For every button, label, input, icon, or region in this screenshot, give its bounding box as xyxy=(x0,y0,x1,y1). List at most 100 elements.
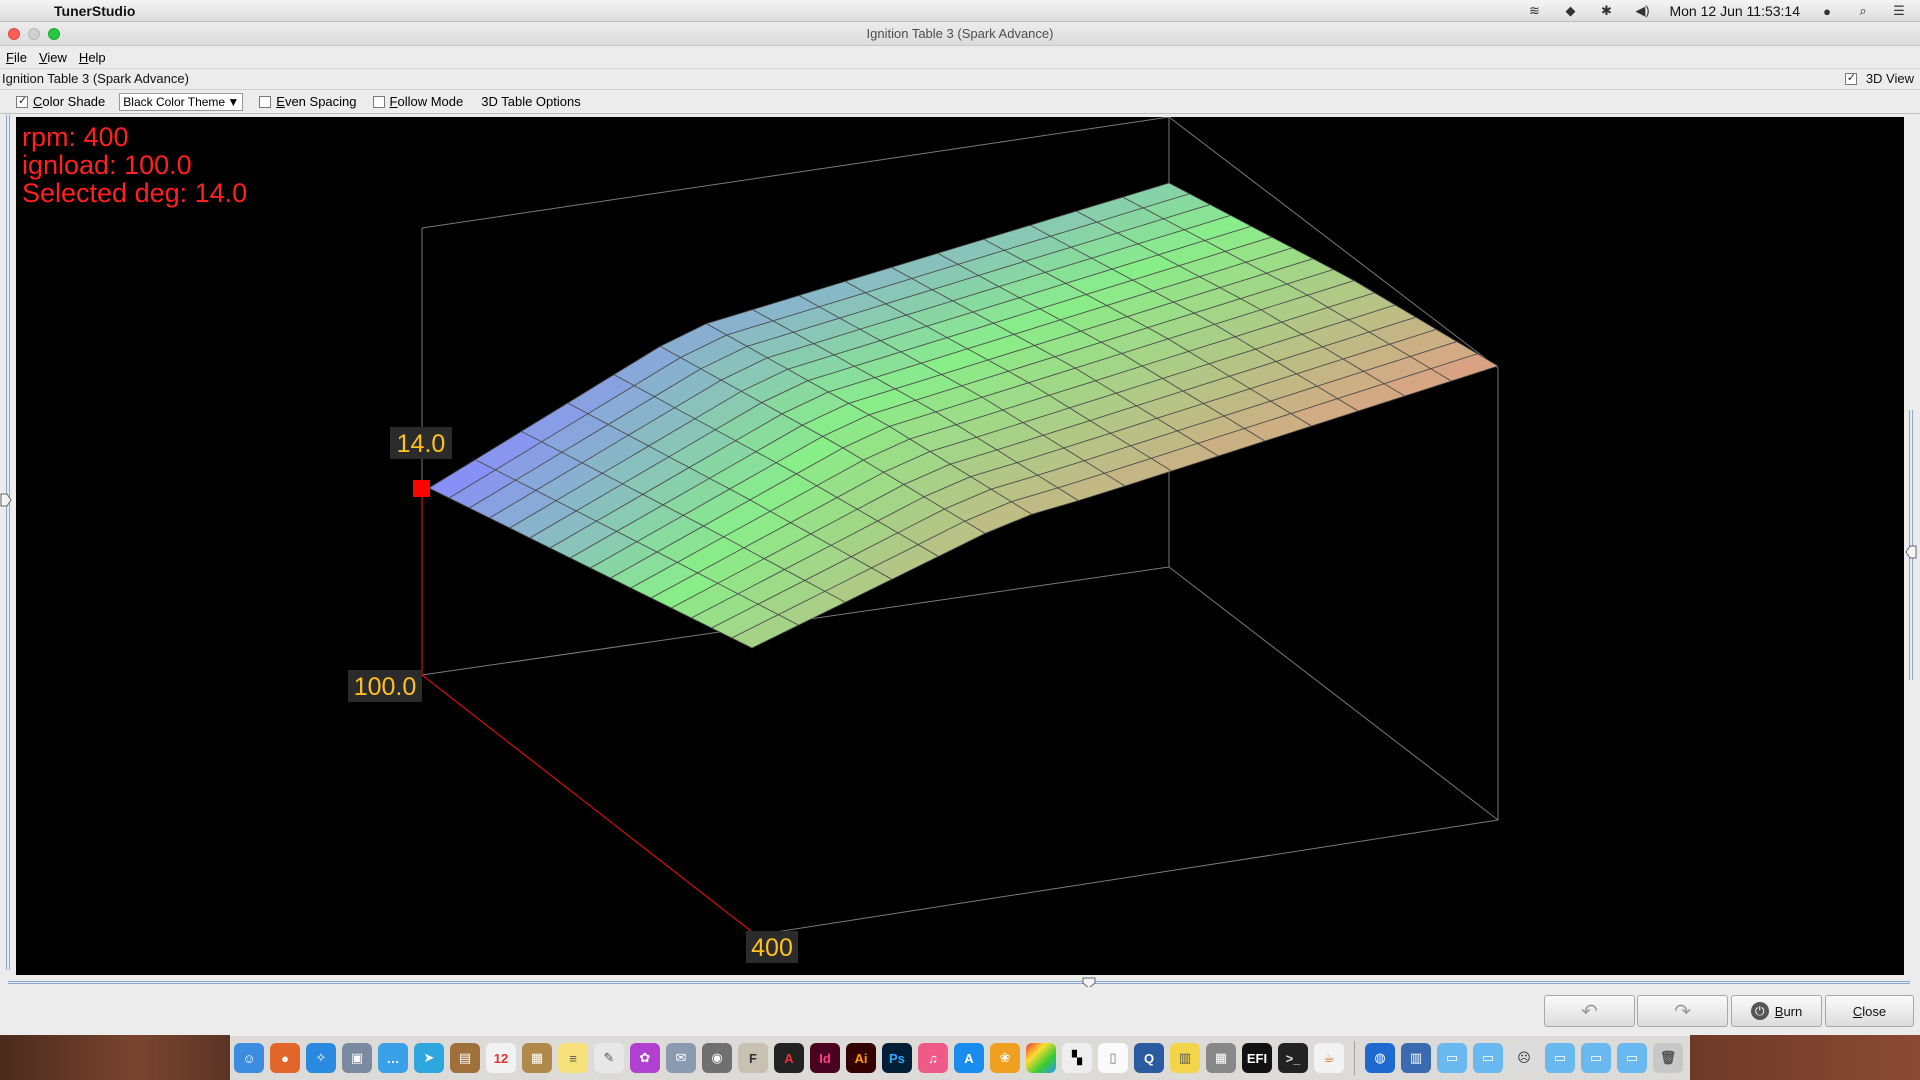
tunerstudio-dock-icon[interactable]: EFI xyxy=(1242,1043,1272,1073)
dock-separator xyxy=(1354,1041,1355,1075)
flower-app-icon[interactable]: ✿ xyxy=(630,1043,660,1073)
color-shade-checkbox[interactable] xyxy=(16,94,28,108)
menubar-clock[interactable]: Mon 12 Jun 11:53:14 xyxy=(1669,3,1800,19)
burn-button[interactable]: ⏻ Burn xyxy=(1731,995,1822,1027)
desktop-wallpaper-right xyxy=(1690,1035,1920,1080)
rpm-axis-label: 400 xyxy=(751,934,793,962)
follow-mode-toggle[interactable]: Follow Mode xyxy=(372,94,464,109)
app-name-menu[interactable]: TunerStudio xyxy=(54,3,135,19)
close-button-label: Close xyxy=(1852,1003,1887,1019)
archive-icon[interactable]: ▦ xyxy=(522,1043,552,1073)
app-menu-bar: File View Help xyxy=(0,46,1920,68)
color-shade-label: Color Shade xyxy=(33,94,106,109)
pictures-folder-icon[interactable]: ▭ xyxy=(1617,1043,1647,1073)
panel-title: Ignition Table 3 (Spark Advance) xyxy=(2,71,189,86)
window-titlebar: Ignition Table 3 (Spark Advance) xyxy=(0,22,1920,46)
menubar-status-area: ≋ ◆ ✱ ◀) Mon 12 Jun 11:53:14 ● ⌕ ☰ xyxy=(1525,0,1908,22)
downloads-folder-icon[interactable]: ▭ xyxy=(1437,1043,1467,1073)
folder-icon[interactable]: ▭ xyxy=(1473,1043,1503,1073)
quicktime-icon[interactable]: Q xyxy=(1134,1043,1164,1073)
screenshot-icon[interactable]: ◉ xyxy=(702,1043,732,1073)
app-store-icon[interactable]: A xyxy=(954,1043,984,1073)
globe-icon[interactable]: ◍ xyxy=(1365,1043,1395,1073)
spotlight-search-icon[interactable]: ⌕ xyxy=(1854,2,1872,20)
stack-icon[interactable]: ≋ xyxy=(1525,2,1543,20)
calendar-icon[interactable]: 12 xyxy=(486,1043,516,1073)
stickies-icon[interactable]: ▥ xyxy=(1170,1043,1200,1073)
horizontal-slider-track[interactable] xyxy=(8,981,1910,984)
faces-folder-icon[interactable]: ☹ xyxy=(1509,1043,1539,1073)
desktop-folder-icon[interactable]: ▭ xyxy=(1581,1043,1611,1073)
table-3d-panel: 14.0 100.0 400 rpm: 400 ignload: 100.0 S… xyxy=(0,115,1920,977)
indesign-icon[interactable]: Id xyxy=(810,1043,840,1073)
window-title: Ignition Table 3 (Spark Advance) xyxy=(866,26,1054,41)
mail-icon[interactable]: ✉ xyxy=(666,1043,696,1073)
system-menubar: TunerStudio ≋ ◆ ✱ ◀) Mon 12 Jun 11:53:14… xyxy=(0,0,1920,22)
documents-folder-icon[interactable]: ▭ xyxy=(1545,1043,1575,1073)
zoom-slider-thumb[interactable] xyxy=(1905,545,1917,559)
checkered-flag-icon[interactable]: ▚ xyxy=(1062,1043,1092,1073)
messages-icon[interactable]: … xyxy=(378,1043,408,1073)
dropdown-arrow-icon: ▼ xyxy=(227,94,240,109)
applications-folder-icon[interactable]: ▥ xyxy=(1401,1043,1431,1073)
firefox-icon[interactable]: ● xyxy=(270,1043,300,1073)
frame-edge xyxy=(421,117,1170,229)
even-spacing-label: Even Spacing xyxy=(276,94,357,109)
contacts-icon[interactable]: ▤ xyxy=(450,1043,480,1073)
selected-cell-marker[interactable] xyxy=(413,480,430,497)
telegram-icon[interactable]: ➤ xyxy=(414,1043,444,1073)
document-icon[interactable]: ▯ xyxy=(1098,1043,1128,1073)
java-icon[interactable]: ☕ xyxy=(1314,1043,1344,1073)
burn-button-label: Burn xyxy=(1774,1003,1803,1019)
preview-icon[interactable]: ▣ xyxy=(342,1043,372,1073)
surface-plot[interactable]: 14.0 100.0 400 xyxy=(16,117,1904,975)
even-spacing-checkbox[interactable] xyxy=(259,95,272,108)
follow-mode-checkbox[interactable] xyxy=(372,95,385,108)
dropbox-icon[interactable]: ◆ xyxy=(1561,2,1579,20)
selected-value-readout: Selected deg: 14.0 xyxy=(22,178,248,208)
finder-icon[interactable]: ☺ xyxy=(234,1043,264,1073)
notes-icon[interactable]: ≡ xyxy=(558,1043,588,1073)
redo-button[interactable]: ↷ xyxy=(1637,995,1728,1027)
vertical-rotation-slider[interactable] xyxy=(6,115,10,970)
theme-select[interactable]: Black Color Theme ▼ xyxy=(119,92,244,111)
textedit-icon[interactable]: ✎ xyxy=(594,1043,624,1073)
safari-icon[interactable]: ✧ xyxy=(306,1043,336,1073)
notification-center-icon[interactable]: ☰ xyxy=(1890,2,1908,20)
view3d-toggle[interactable]: 3D View xyxy=(1844,71,1914,86)
acrobat-icon[interactable]: A xyxy=(774,1043,804,1073)
table-options-button[interactable]: 3D Table Options xyxy=(481,94,581,109)
horizontal-rotation-slider[interactable] xyxy=(0,977,1920,989)
photos-icon[interactable]: ❀ xyxy=(990,1043,1020,1073)
illustrator-icon[interactable]: Ai xyxy=(846,1043,876,1073)
menu-view[interactable]: View xyxy=(33,50,73,65)
theme-select-value: Black Color Theme xyxy=(123,94,226,109)
volume-icon[interactable]: ◀) xyxy=(1633,2,1651,20)
view3d-label: 3D View xyxy=(1865,71,1914,86)
follow-mode-label: Follow Mode xyxy=(389,94,464,109)
rpm-readout: rpm: 400 xyxy=(22,122,129,152)
table-3d-canvas[interactable]: 14.0 100.0 400 rpm: 400 ignload: 100.0 S… xyxy=(16,117,1904,975)
itunes-icon[interactable]: ♫ xyxy=(918,1043,948,1073)
font-book-icon[interactable]: F xyxy=(738,1043,768,1073)
undo-icon: ↶ xyxy=(1581,1000,1598,1023)
terminal-icon[interactable]: >_ xyxy=(1278,1043,1308,1073)
close-button[interactable]: Close xyxy=(1825,995,1914,1027)
calculator-icon[interactable]: ▦ xyxy=(1206,1043,1236,1073)
trash-icon[interactable]: 🗑 xyxy=(1653,1043,1683,1073)
load-axis-label: 100.0 xyxy=(354,673,417,701)
color-shade-toggle[interactable]: Color Shade xyxy=(16,94,105,109)
menu-file[interactable]: File xyxy=(0,50,33,65)
even-spacing-toggle[interactable]: Even Spacing xyxy=(259,94,357,109)
photoshop-icon[interactable]: Ps xyxy=(882,1043,912,1073)
color-app-icon[interactable] xyxy=(1026,1043,1056,1073)
frame-edge xyxy=(755,819,1499,936)
vertical-slider-thumb[interactable] xyxy=(0,493,12,507)
bluetooth-icon[interactable]: ✱ xyxy=(1597,2,1615,20)
surface-mesh[interactable] xyxy=(428,182,1499,649)
undo-button[interactable]: ↶ xyxy=(1544,995,1635,1027)
menu-help[interactable]: Help xyxy=(73,50,112,65)
user-icon[interactable]: ● xyxy=(1818,2,1836,20)
view3d-checkbox[interactable] xyxy=(1844,71,1857,85)
load-readout: ignload: 100.0 xyxy=(22,150,192,180)
